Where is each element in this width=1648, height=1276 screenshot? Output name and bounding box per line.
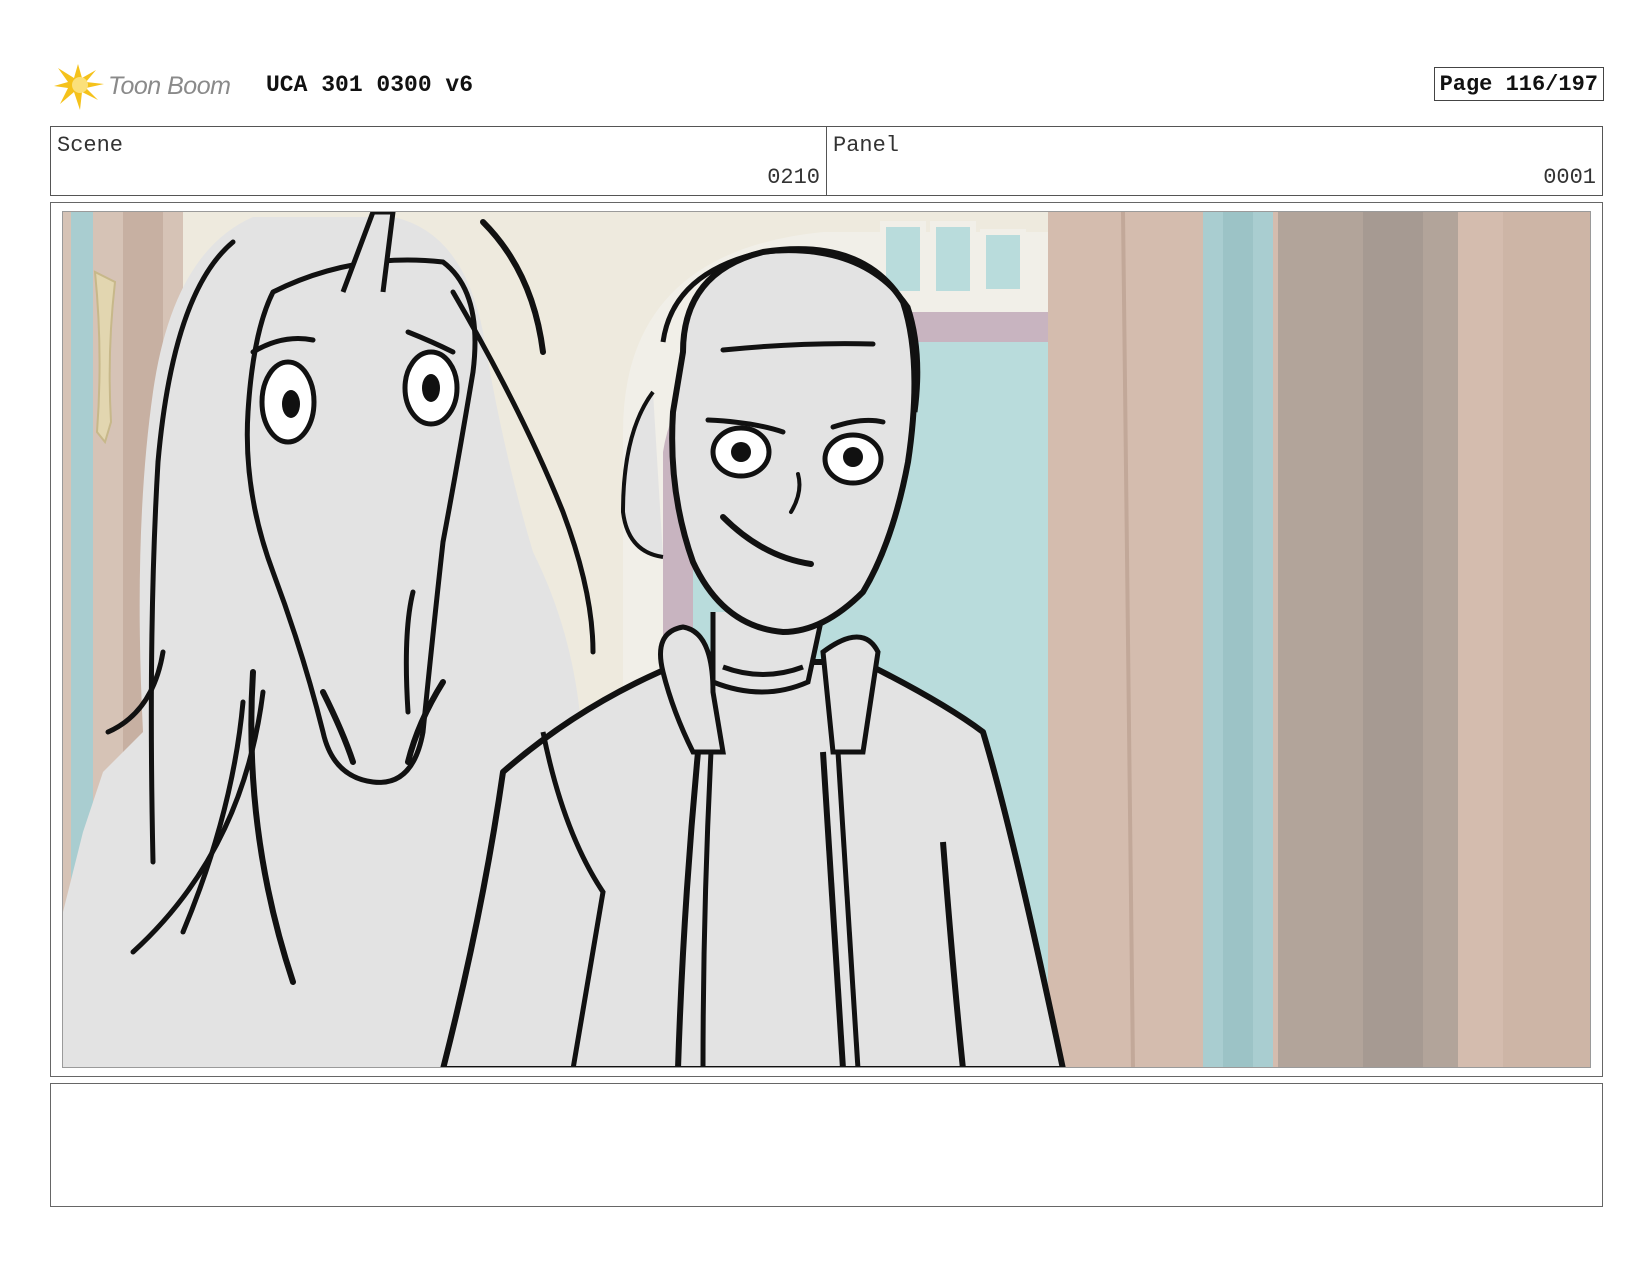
- page-header: Toon Boom UCA 301 0300 v6 Page 116/197: [52, 58, 1604, 114]
- scene-label: Scene: [57, 133, 124, 158]
- scene-panel-table: Scene 0210 Panel 0001: [50, 126, 1603, 196]
- panel-label: Panel: [833, 133, 900, 158]
- starburst-icon: [54, 64, 104, 110]
- panel-cell: Panel 0001: [826, 127, 1602, 195]
- scene-cell: Scene 0210: [51, 127, 826, 195]
- document-title: UCA 301 0300 v6: [266, 72, 474, 98]
- panel-number: 0001: [1543, 165, 1596, 190]
- toon-boom-logo: Toon Boom: [52, 58, 248, 114]
- panel-notes-box: [50, 1083, 1603, 1207]
- panel-artwork: [63, 212, 1590, 1067]
- page-indicator: Page 116/197: [1433, 67, 1604, 101]
- storyboard-panel-frame: [50, 202, 1603, 1077]
- storyboard-panel-image: [62, 211, 1591, 1068]
- logo-wordmark: Toon Boom: [108, 72, 231, 100]
- scene-number: 0210: [767, 165, 820, 190]
